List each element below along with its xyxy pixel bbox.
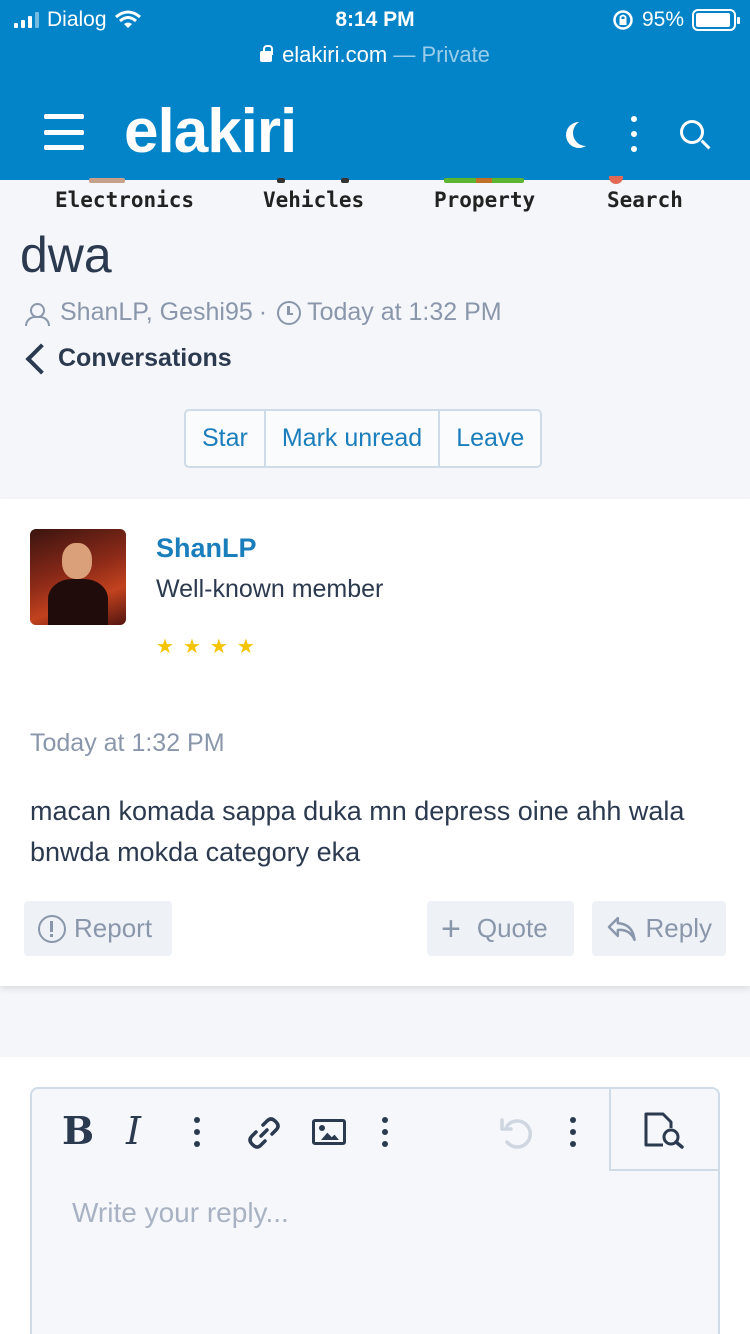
reply-editor: B I Write your reply... — [30, 1087, 720, 1334]
reply-area: B I Write your reply... — [0, 1057, 750, 1334]
more-insert-options-icon[interactable] — [382, 1117, 388, 1147]
user-title: Well-known member — [156, 575, 384, 603]
back-to-conversations[interactable]: Conversations — [22, 342, 232, 375]
preview-toggle[interactable] — [609, 1089, 718, 1171]
report-label: Report — [74, 913, 153, 943]
italic-button[interactable]: I — [126, 1109, 141, 1153]
star-icon: ★ — [156, 636, 174, 658]
star-icon: ★ — [236, 636, 255, 658]
reply-button[interactable]: Reply — [592, 901, 726, 956]
bold-button[interactable]: B — [62, 1109, 94, 1153]
conversation-actions: Star Mark unread Leave — [184, 409, 543, 468]
category-search[interactable]: Search — [607, 176, 683, 212]
message-date[interactable]: Today at 1:32 PM — [30, 729, 225, 758]
avatar[interactable] — [30, 529, 126, 625]
report-button[interactable]: Report — [24, 901, 172, 956]
chevron-left-icon — [25, 342, 57, 375]
quote-label: Quote — [476, 913, 548, 943]
status-bar: Dialog 8:14 PM 95% — [0, 6, 750, 36]
site-logo[interactable]: elakiri — [124, 100, 297, 164]
conversation-title: dwa — [20, 227, 112, 283]
category-strip: Electronics Vehicles Property Search — [0, 176, 750, 226]
category-electronics[interactable]: Electronics — [55, 178, 194, 212]
more-vertical-icon[interactable] — [631, 116, 637, 152]
reply-icon — [607, 916, 636, 941]
lock-icon — [260, 45, 274, 62]
mark-unread-button[interactable]: Mark unread — [266, 411, 441, 466]
meta-separator: · — [258, 298, 268, 326]
editor-toolbar: B I — [32, 1089, 718, 1173]
star-icon: ★ — [182, 636, 201, 658]
battery-percent: 95% — [641, 8, 684, 31]
conversation-meta: ShanLP, Geshi95 · Today at 1:32 PM — [20, 298, 502, 327]
message-body: macan komada sappa duka mn depress oine … — [30, 796, 685, 867]
user-rating: ★ ★ ★ ★ — [156, 637, 255, 657]
site-navbar: elakiri — [0, 100, 750, 170]
more-text-options-icon[interactable] — [194, 1117, 200, 1147]
moon-icon[interactable] — [573, 120, 599, 146]
top-header: Dialog 8:14 PM 95% elakiri.com — Private… — [0, 0, 750, 180]
star-button[interactable]: Star — [186, 411, 266, 466]
url-bar[interactable]: elakiri.com — Private — [0, 42, 750, 68]
link-icon[interactable] — [246, 1115, 282, 1151]
leave-button[interactable]: Leave — [440, 411, 540, 466]
more-options-icon[interactable] — [570, 1117, 576, 1147]
hamburger-icon[interactable] — [44, 114, 84, 150]
url-domain: elakiri.com — [282, 42, 388, 67]
battery-icon — [692, 9, 740, 31]
back-label: Conversations — [58, 344, 232, 372]
users-icon — [20, 301, 54, 326]
plus-icon: + — [441, 909, 461, 948]
clock-icon — [277, 300, 302, 325]
private-mode-label: — Private — [393, 42, 490, 67]
message-username[interactable]: ShanLP — [156, 533, 257, 564]
participants[interactable]: ShanLP, Geshi95 — [60, 298, 253, 327]
search-icon[interactable] — [680, 120, 704, 144]
image-icon[interactable] — [312, 1119, 346, 1145]
reply-label: Reply — [645, 913, 712, 943]
preview-icon — [644, 1112, 684, 1149]
star-icon: ★ — [209, 636, 228, 658]
conversation-time: Today at 1:32 PM — [307, 298, 502, 326]
category-property[interactable]: Property — [434, 178, 535, 212]
message-card: ShanLP Well-known member ★ ★ ★ ★ Today a… — [0, 499, 750, 986]
category-vehicles[interactable]: Vehicles — [263, 178, 364, 212]
quote-button[interactable]: + Quote — [427, 901, 574, 956]
undo-icon[interactable] — [498, 1115, 534, 1151]
rotation-lock-icon — [613, 10, 633, 30]
report-icon — [38, 914, 66, 943]
reply-input[interactable]: Write your reply... — [72, 1197, 289, 1229]
